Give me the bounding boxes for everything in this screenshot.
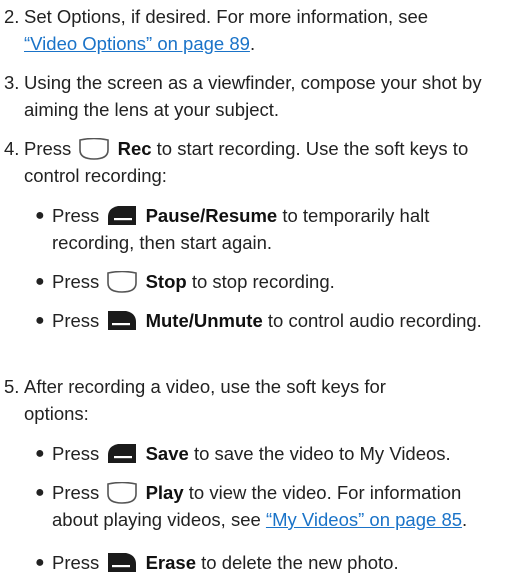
step-number: 3. [4, 72, 20, 93]
step-number: 4. [4, 138, 20, 159]
item-text: to delete the new photo. [201, 552, 399, 573]
list-item: ● Press Mute/Unmute to control audio rec… [35, 307, 505, 334]
left-softkey-icon [108, 444, 137, 463]
item-text: to control audio recording. [267, 310, 482, 331]
step-2: 2. Set Options, if desired. For more inf… [4, 3, 504, 57]
bullet-dot: ● [35, 484, 45, 501]
key-label: Pause/Resume [145, 205, 278, 226]
step-number: 2. [4, 6, 20, 27]
key-label: Save [145, 443, 189, 464]
item-text: to save the video to My Videos. [193, 443, 451, 464]
key-label: Stop [145, 271, 187, 292]
step-text: Set Options, if desired. For more inform… [24, 6, 429, 27]
step-text: Press [24, 138, 72, 159]
list-item: ● Press Save to save the video to My Vid… [35, 440, 505, 467]
center-key-icon [107, 482, 138, 504]
list-item: ● Press Pause/Resume to temporarily halt… [35, 202, 505, 256]
item-text: Press [52, 271, 100, 292]
step-5: 5. After recording a video, use the soft… [4, 373, 504, 427]
step-end: . [249, 33, 256, 54]
item-text: Press [52, 482, 100, 503]
item-text: Press [52, 443, 100, 464]
list-item: ● Press Stop to stop recording. [35, 268, 505, 295]
item-text: to stop recording. [191, 271, 335, 292]
center-key-icon [107, 271, 138, 293]
step-text: After recording a video, use the soft ke… [24, 376, 386, 424]
key-label: Play [145, 482, 184, 503]
my-videos-link[interactable]: “My Videos” on page 85 [266, 509, 462, 530]
video-options-link[interactable]: “Video Options” on page 89 [24, 33, 250, 54]
item-text: Press [52, 310, 100, 331]
step-text: Using the screen as a viewfinder, compos… [24, 72, 482, 120]
right-softkey-icon [108, 311, 137, 330]
key-label: Mute/Unmute [145, 310, 263, 331]
bullet-dot: ● [35, 273, 45, 290]
key-label: Rec [117, 138, 152, 159]
step-3: 3. Using the screen as a viewfinder, com… [4, 69, 504, 123]
key-label: Erase [145, 552, 196, 573]
right-softkey-icon [108, 553, 137, 572]
item-end: . [462, 509, 468, 530]
list-item: ● Press Erase to delete the new photo. [35, 549, 505, 576]
item-text: Press [52, 205, 100, 226]
left-softkey-icon [108, 206, 137, 225]
center-key-icon [79, 138, 110, 160]
list-item: ● Press Play to view the video. For info… [35, 479, 505, 533]
bullet-dot: ● [35, 312, 45, 329]
step-4: 4. Press Rec to start recording. Use the… [4, 135, 504, 189]
bullet-dot: ● [35, 554, 45, 571]
bullet-dot: ● [35, 207, 45, 224]
item-text: Press [52, 552, 100, 573]
bullet-dot: ● [35, 445, 45, 462]
step-number: 5. [4, 376, 20, 397]
